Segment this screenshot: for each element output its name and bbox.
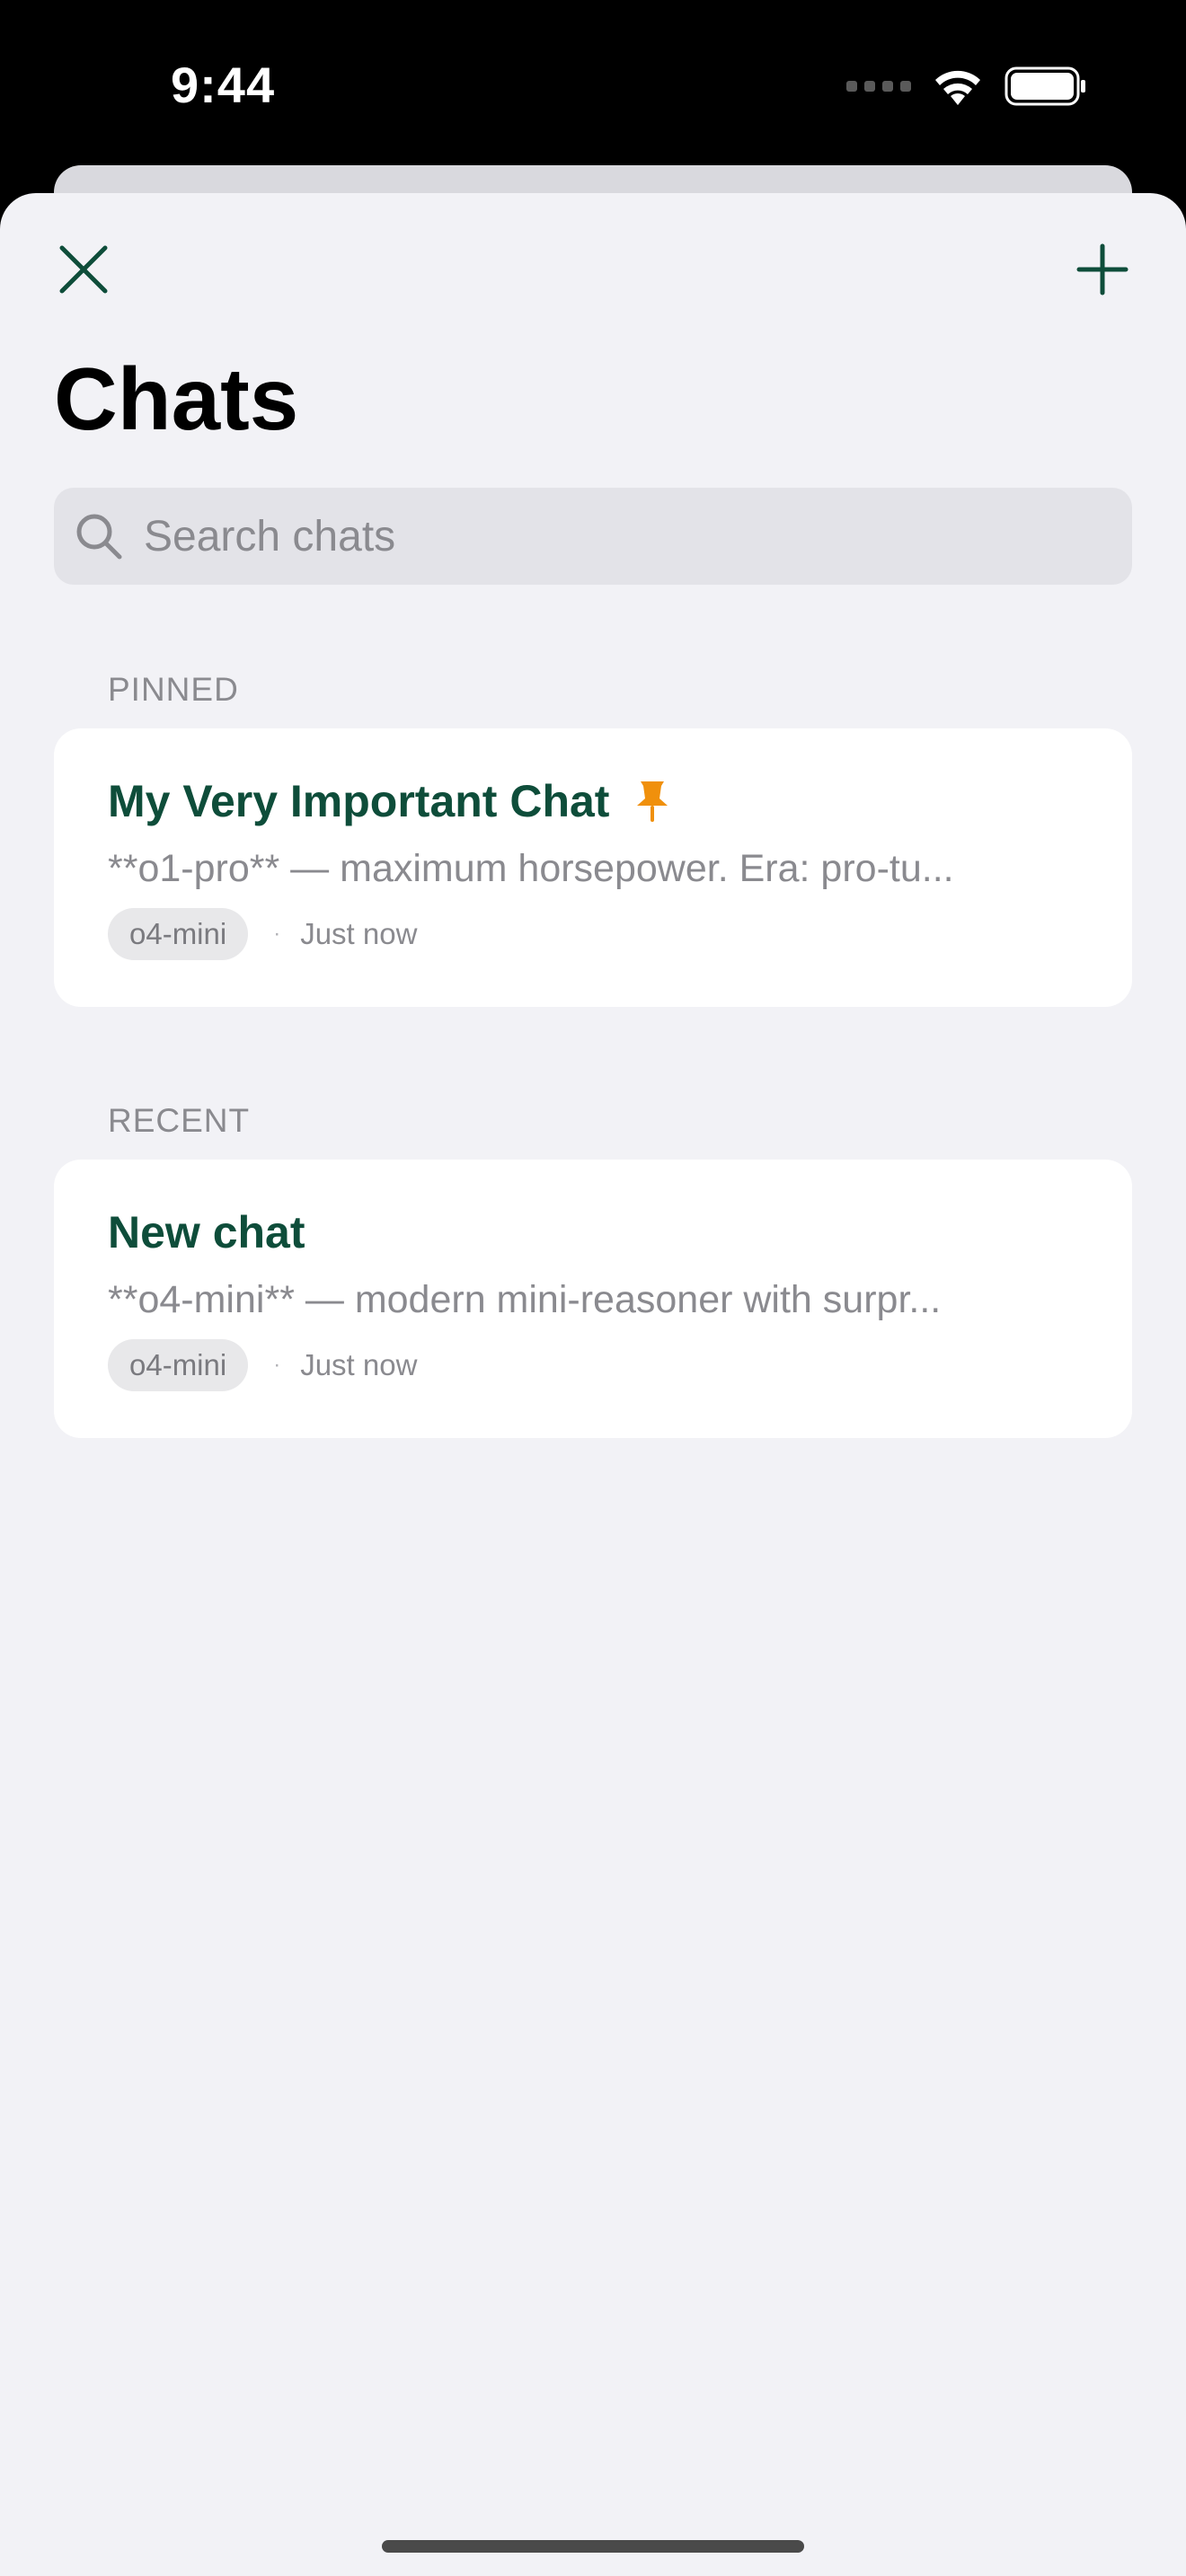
status-bar: 9:44 bbox=[0, 0, 1186, 171]
chat-item-pinned[interactable]: My Very Important Chat **o1-pro** — maxi… bbox=[54, 728, 1132, 1007]
chats-sheet: Chats PINNED My Very Important Chat **o1… bbox=[0, 193, 1186, 2576]
chat-title: New chat bbox=[108, 1207, 305, 1257]
model-badge: o4-mini bbox=[108, 1339, 249, 1391]
new-chat-button[interactable] bbox=[1062, 229, 1143, 310]
chat-preview: **o1-pro** — maximum horsepower. Era: pr… bbox=[108, 847, 954, 890]
chat-timestamp: Just now bbox=[300, 917, 418, 950]
battery-icon bbox=[1005, 66, 1085, 106]
chat-title-row: New chat bbox=[108, 1206, 305, 1258]
wifi-icon bbox=[935, 70, 980, 105]
chat-timestamp: Just now bbox=[300, 1348, 418, 1381]
status-time: 9:44 bbox=[171, 57, 276, 113]
search-bar[interactable] bbox=[54, 488, 1132, 585]
meta-separator: · bbox=[273, 1353, 281, 1377]
home-indicator[interactable] bbox=[382, 2540, 804, 2553]
search-input[interactable] bbox=[142, 510, 1089, 562]
plus-icon bbox=[1076, 243, 1128, 296]
chat-preview: **o4-mini** — modern mini-reasoner with … bbox=[108, 1278, 942, 1321]
chat-meta: o4-mini · Just now bbox=[108, 1339, 417, 1391]
meta-separator: · bbox=[273, 922, 281, 946]
close-icon bbox=[59, 245, 108, 294]
search-icon bbox=[76, 514, 122, 560]
screen: 9:44 Chats Search chats PINNED My Very I… bbox=[0, 0, 1186, 2576]
pin-icon bbox=[637, 781, 668, 822]
section-header-recent: RECENT bbox=[108, 1102, 251, 1139]
chat-item-recent[interactable]: New chat **o4-mini** — modern mini-reaso… bbox=[54, 1160, 1132, 1438]
page-title: Chats bbox=[54, 349, 299, 448]
chat-title-row: My Very Important Chat bbox=[108, 775, 670, 827]
model-badge: o4-mini bbox=[108, 908, 249, 960]
chat-title: My Very Important Chat bbox=[108, 776, 610, 826]
chat-meta: o4-mini · Just now bbox=[108, 908, 417, 960]
section-header-pinned: PINNED bbox=[108, 671, 239, 708]
cellular-signal-icon bbox=[846, 81, 911, 92]
status-icons bbox=[846, 63, 1087, 110]
close-button[interactable] bbox=[43, 229, 124, 310]
